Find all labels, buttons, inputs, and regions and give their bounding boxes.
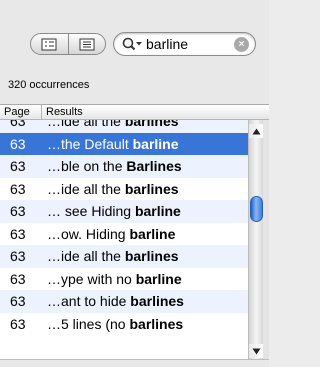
row-result: …5 lines (no barlines — [47, 315, 184, 332]
vertical-scrollbar[interactable] — [248, 120, 264, 360]
list-icon — [79, 38, 95, 50]
row-result: …ow. Hiding barline — [47, 225, 176, 242]
table-row[interactable]: 63 …ide all the barlines — [0, 245, 248, 268]
row-result: …the Default barline — [47, 135, 179, 152]
row-page: 63 — [10, 248, 26, 264]
row-page: 63 — [10, 225, 26, 242]
row-page: 63 — [10, 293, 26, 309]
row-result: …ide all the barlines — [47, 120, 179, 129]
scroll-down-arrow-icon[interactable] — [249, 344, 264, 358]
table-row[interactable]: 63 …ype with no barline — [0, 267, 248, 290]
row-result: …ide all the barlines — [47, 180, 179, 197]
scroll-thumb[interactable] — [250, 196, 263, 222]
row-result: …ide all the barlines — [47, 248, 179, 264]
search-field[interactable]: barline × — [113, 32, 256, 56]
view-toggle — [30, 33, 106, 55]
row-result: … see Hiding barline — [47, 203, 181, 219]
outline-view-button[interactable] — [31, 34, 68, 54]
page-column-header[interactable]: Page — [4, 106, 30, 118]
row-result: …ype with no barline — [47, 270, 182, 287]
table-row[interactable]: 63 …ble on the Barlines — [0, 155, 248, 178]
row-page: 63 — [10, 120, 26, 129]
table-row[interactable]: 63 …ow. Hiding barline — [0, 222, 248, 245]
table-row[interactable]: 63 …ide all the barlines — [0, 120, 248, 133]
scroll-up-arrow-icon[interactable] — [249, 124, 264, 138]
toolbar: barline × 320 occurrences — [0, 0, 269, 104]
results-table: Page Results 63 …ide all the barlines 63… — [0, 104, 269, 360]
clear-search-icon[interactable]: × — [234, 37, 249, 52]
row-page: 63 — [10, 158, 26, 174]
row-page: 63 — [10, 180, 26, 197]
row-result: …ant to hide barlines — [47, 293, 184, 309]
list-view-button[interactable] — [67, 34, 106, 54]
table-row[interactable]: 63 … see Hiding barline — [0, 200, 248, 223]
outline-list-icon — [41, 38, 57, 50]
panel-edge — [263, 120, 269, 360]
table-row[interactable]: 63 …ant to hide barlines — [0, 290, 248, 313]
occurrence-count: 320 occurrences — [8, 79, 90, 91]
row-page: 63 — [10, 270, 26, 287]
magnifier-dropdown-icon[interactable] — [121, 36, 143, 52]
table-header: Page Results — [0, 105, 269, 120]
results-column-header[interactable]: Results — [46, 106, 83, 118]
row-result: …ble on the Barlines — [47, 158, 182, 174]
table-row[interactable]: 63 …the Default barline — [0, 132, 248, 155]
row-page: 63 — [10, 135, 26, 152]
row-page: 63 — [10, 315, 26, 332]
search-input[interactable]: barline — [146, 36, 188, 52]
table-row[interactable]: 63 …ide all the barlines — [0, 177, 248, 200]
column-divider[interactable] — [41, 105, 42, 119]
table-row[interactable]: 63 …5 lines (no barlines — [0, 312, 248, 335]
row-page: 63 — [10, 203, 26, 219]
results-list: 63 …ide all the barlines 63 …the Default… — [0, 120, 248, 360]
